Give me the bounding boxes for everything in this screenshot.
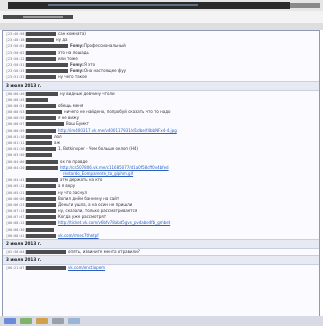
redacted-username bbox=[26, 38, 54, 43]
toolbar-redacted-label bbox=[3, 15, 73, 19]
chat-log[interactable]: [23:46:58] сан комната) [23:48:18] ну да [23… bbox=[2, 30, 320, 317]
taskbar-app-icon[interactable] bbox=[36, 318, 48, 324]
window-title-redacted bbox=[8, 2, 290, 9]
redacted-username bbox=[26, 215, 56, 220]
redacted-username bbox=[26, 103, 56, 108]
taskbar-app-icon[interactable] bbox=[68, 318, 80, 324]
redacted-username bbox=[26, 153, 52, 158]
redacted-username bbox=[26, 116, 56, 121]
chat-message: [06:21:07] vk.com/enctiopem bbox=[3, 265, 319, 271]
redacted-username bbox=[26, 209, 56, 214]
window-controls[interactable] bbox=[290, 3, 320, 8]
redacted-username bbox=[26, 184, 56, 189]
taskbar-app-icon[interactable] bbox=[20, 318, 32, 324]
redacted-username bbox=[26, 227, 54, 232]
redacted-username bbox=[26, 32, 56, 36]
redacted-username bbox=[26, 141, 52, 145]
redacted-username bbox=[26, 50, 56, 55]
header-separator bbox=[0, 23, 323, 30]
redacted-username bbox=[26, 122, 64, 127]
redacted-username bbox=[26, 221, 56, 226]
redacted-username bbox=[26, 196, 56, 201]
taskbar-app-icon[interactable] bbox=[4, 318, 16, 324]
redacted-username bbox=[26, 233, 56, 238]
redacted-username bbox=[26, 178, 58, 183]
redacted-username bbox=[26, 147, 56, 152]
message-timestamp: [06:21:07] bbox=[6, 266, 27, 271]
redacted-username bbox=[26, 202, 56, 207]
chat-log-entries: [23:46:58] сан комната) [23:48:18] ну да [23… bbox=[3, 31, 319, 271]
redacted-username bbox=[26, 62, 68, 67]
redacted-username bbox=[26, 159, 58, 164]
redacted-username bbox=[26, 69, 68, 74]
redacted-username bbox=[26, 44, 68, 49]
date-heading: 3 июля 2013 г. bbox=[3, 255, 319, 266]
redacted-username bbox=[26, 165, 58, 170]
redacted-username bbox=[26, 91, 58, 96]
date-heading: 3 июля 2013 г. bbox=[3, 80, 319, 91]
redacted-username bbox=[26, 134, 52, 139]
redacted-username bbox=[26, 190, 56, 195]
redacted-username bbox=[26, 75, 56, 80]
date-heading: 2 июля 2013 г. bbox=[3, 239, 319, 249]
redacted-username bbox=[26, 110, 62, 115]
redacted-username bbox=[26, 128, 56, 133]
redacted-username bbox=[26, 266, 66, 271]
redacted-username bbox=[26, 56, 56, 61]
taskbar bbox=[0, 316, 323, 326]
redacted-username bbox=[26, 97, 48, 102]
message-link[interactable]: vk.com/enctiopem bbox=[68, 265, 105, 271]
taskbar-app-icon[interactable] bbox=[52, 318, 64, 324]
redacted-username bbox=[26, 250, 66, 254]
